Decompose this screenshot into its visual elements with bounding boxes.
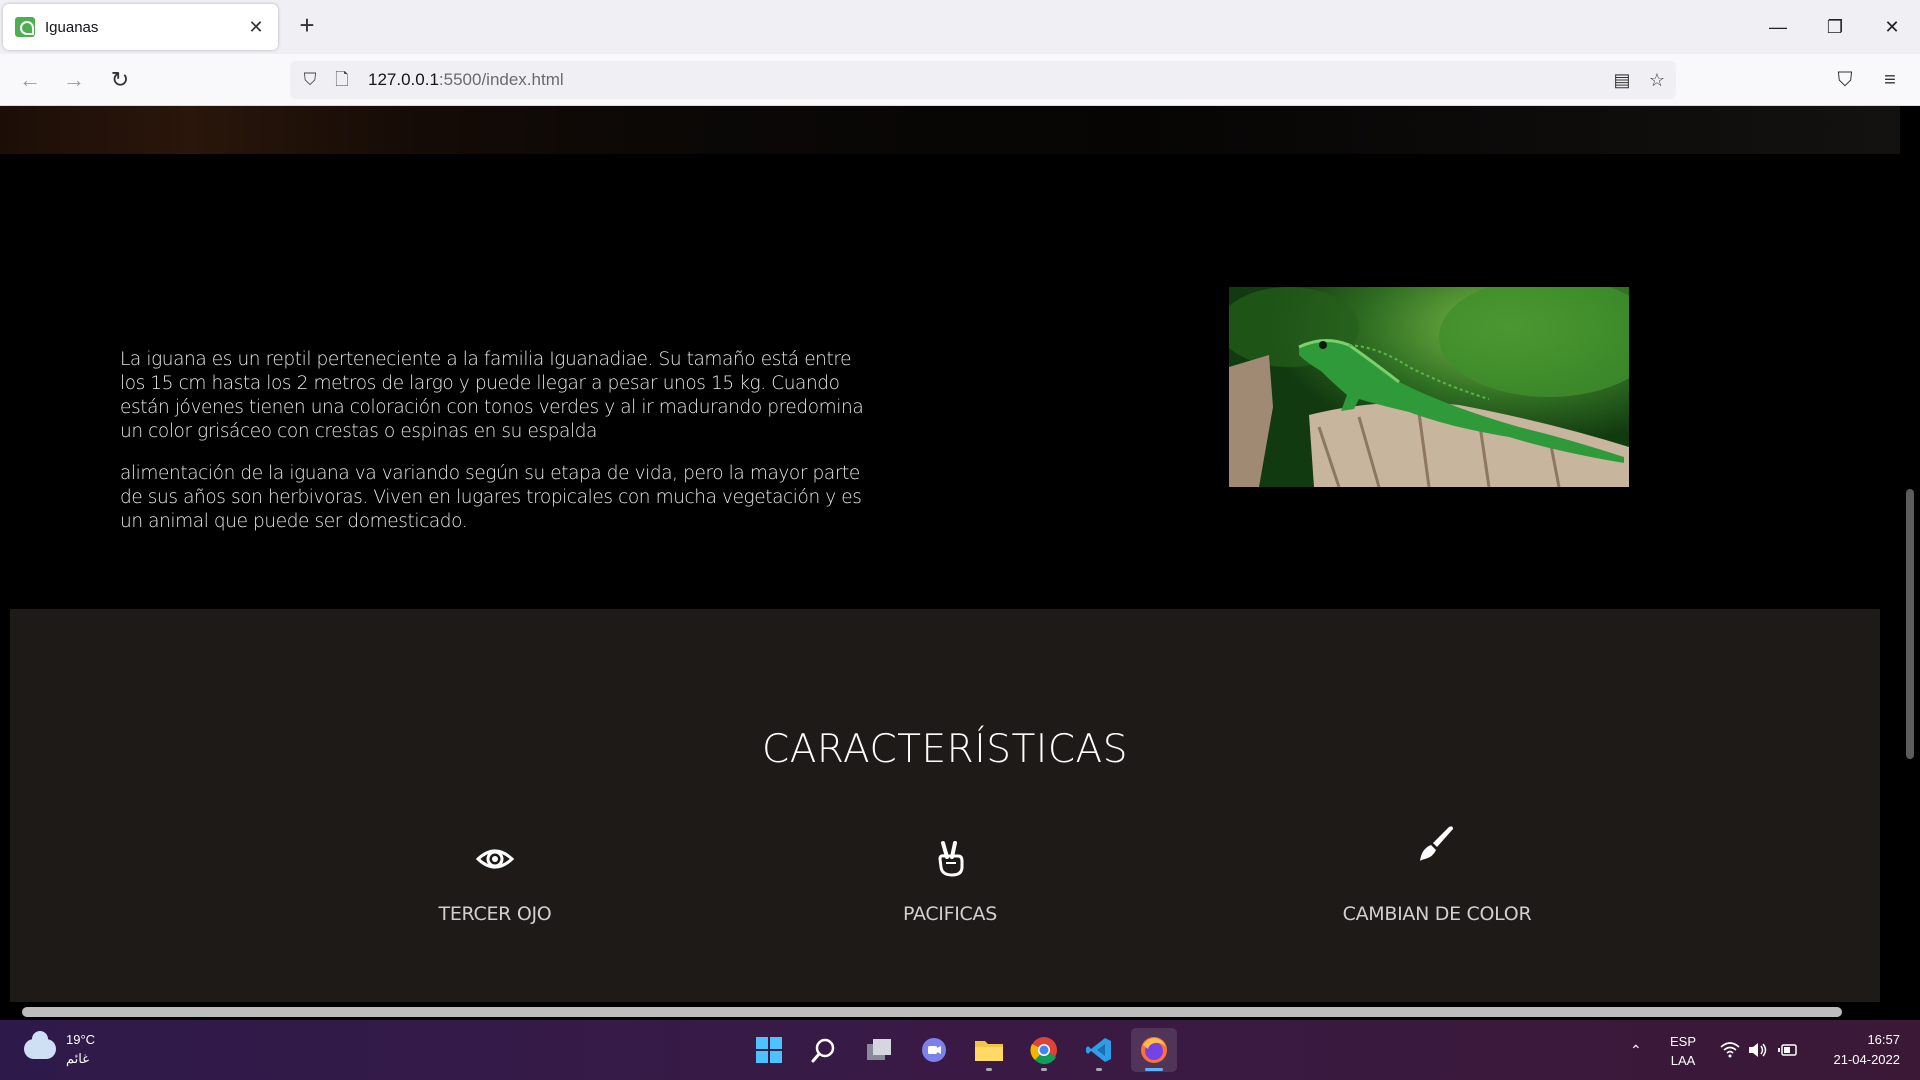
intro-paragraph-2: alimentación de la iguana va variando se… [120, 463, 862, 532]
chrome-button[interactable] [1021, 1028, 1067, 1072]
close-window-button[interactable]: ✕ [1872, 10, 1912, 44]
chat-icon [922, 1038, 946, 1062]
active-indicator [1145, 1068, 1163, 1071]
horizontal-scroll-thumb[interactable] [22, 1007, 1842, 1017]
cloud-icon [24, 1031, 56, 1059]
bookmark-star-icon[interactable]: ☆ [1645, 68, 1669, 92]
firefox-button[interactable] [1131, 1028, 1177, 1072]
weather-temperature: 19°C [66, 1032, 96, 1047]
browser-tab[interactable]: Iguanas ✕ [3, 4, 278, 50]
tab-title: Iguanas [45, 18, 99, 36]
intro-section: La iguana es un reptil perteneciente a l… [0, 154, 1900, 610]
weather-text: 19°C غائم [66, 1030, 95, 1068]
language-indicator[interactable]: ESP LAA [1670, 1032, 1696, 1070]
clock-date: 21-04-2022 [1833, 1052, 1901, 1067]
running-indicator [1041, 1068, 1047, 1071]
system-clock[interactable]: 16:57 21-04-2022 [1810, 1030, 1901, 1070]
close-tab-icon[interactable]: ✕ [246, 17, 266, 38]
search-icon [811, 1038, 835, 1063]
keyboard-layout: LAA [1670, 1053, 1696, 1068]
language-code: ESP [1670, 1034, 1697, 1049]
horizontal-scrollbar[interactable] [0, 1002, 1920, 1020]
restore-button[interactable]: ❐ [1815, 10, 1855, 44]
taskbar: 19°C غائم ⌃ ESP LAA 16:57 21-04-2022 [0, 1020, 1920, 1080]
url-text[interactable]: 127.0.0.1:5500/index.html [368, 70, 564, 90]
reader-view-icon[interactable]: ▤ [1610, 68, 1634, 92]
iguana-illustration [1229, 287, 1629, 487]
page-icon: 🗋 [335, 70, 349, 89]
minimize-button[interactable]: — [1758, 10, 1798, 44]
paintbrush-icon [1420, 826, 1453, 861]
show-hidden-icons[interactable]: ⌃ [1630, 1020, 1642, 1080]
shield-icon[interactable]: ⛉ [298, 68, 322, 92]
vertical-scroll-thumb[interactable] [1906, 489, 1914, 759]
feature-color-change: CAMBIAN DE COLOR [1277, 826, 1597, 925]
chrome-icon [1030, 1037, 1057, 1064]
feature-third-eye: TERCER OJO [335, 839, 655, 925]
hero-image-bottom [0, 106, 1900, 154]
folder-icon [975, 1041, 1003, 1061]
volume-icon[interactable] [1748, 1020, 1768, 1080]
vscode-button[interactable] [1076, 1028, 1122, 1072]
firefox-icon [1141, 1037, 1167, 1063]
eye-icon [475, 849, 515, 869]
feature-peaceful: PACIFICAS [790, 839, 1110, 925]
url-host: 127.0.0.1 [368, 70, 439, 89]
taskbar-apps [746, 1028, 1177, 1072]
pocket-icon[interactable]: ⛉ [1829, 64, 1861, 96]
search-button[interactable] [801, 1028, 847, 1072]
peace-hand-icon [938, 841, 964, 877]
wifi-icon[interactable] [1720, 1020, 1740, 1080]
battery-icon[interactable] [1778, 1020, 1798, 1080]
back-button[interactable]: ← [14, 64, 46, 96]
feature-label: TERCER OJO [438, 903, 552, 925]
weather-description: غائم [66, 1051, 90, 1066]
teams-chat-button[interactable] [911, 1028, 957, 1072]
navigation-bar: ← → ↻ ⛉ 🗋 127.0.0.1:5500/index.html ▤ ☆ … [0, 54, 1920, 106]
forward-button[interactable]: → [58, 64, 90, 96]
vscode-icon [1086, 1038, 1111, 1062]
intro-text: La iguana es un reptil perteneciente a l… [120, 348, 880, 534]
menu-icon[interactable]: ≡ [1874, 64, 1906, 96]
tab-bar: Iguanas ✕ + — ❐ ✕ [0, 0, 1920, 54]
clock-time: 16:57 [1867, 1032, 1900, 1047]
new-tab-button[interactable]: + [293, 12, 321, 40]
feature-label: CAMBIAN DE COLOR [1342, 903, 1532, 925]
address-bar[interactable]: ⛉ 🗋 127.0.0.1:5500/index.html ▤ ☆ [290, 61, 1676, 99]
vertical-scrollbar[interactable] [1900, 106, 1920, 1020]
iguana-favicon-icon [15, 17, 35, 37]
task-view-icon [867, 1039, 891, 1060]
running-indicator [986, 1068, 992, 1071]
start-button[interactable] [746, 1028, 792, 1072]
weather-widget[interactable]: 19°C غائم [24, 1030, 95, 1068]
reload-button[interactable]: ↻ [104, 64, 136, 96]
file-explorer-button[interactable] [966, 1028, 1012, 1072]
page-viewport: La iguana es un reptil perteneciente a l… [0, 106, 1920, 1020]
intro-paragraph-1: La iguana es un reptil perteneciente a l… [120, 349, 864, 442]
running-indicator [1096, 1068, 1102, 1071]
feature-label: PACIFICAS [903, 903, 997, 925]
features-title: CARACTERÍSTICAS [762, 727, 1128, 772]
features-section: CARACTERÍSTICAS TERCER OJO PACIFICAS CAM [10, 609, 1880, 1020]
windows-logo-icon [756, 1037, 782, 1063]
iguana-photo [1229, 287, 1629, 487]
task-view-button[interactable] [856, 1028, 902, 1072]
url-path: :5500/index.html [438, 70, 564, 89]
